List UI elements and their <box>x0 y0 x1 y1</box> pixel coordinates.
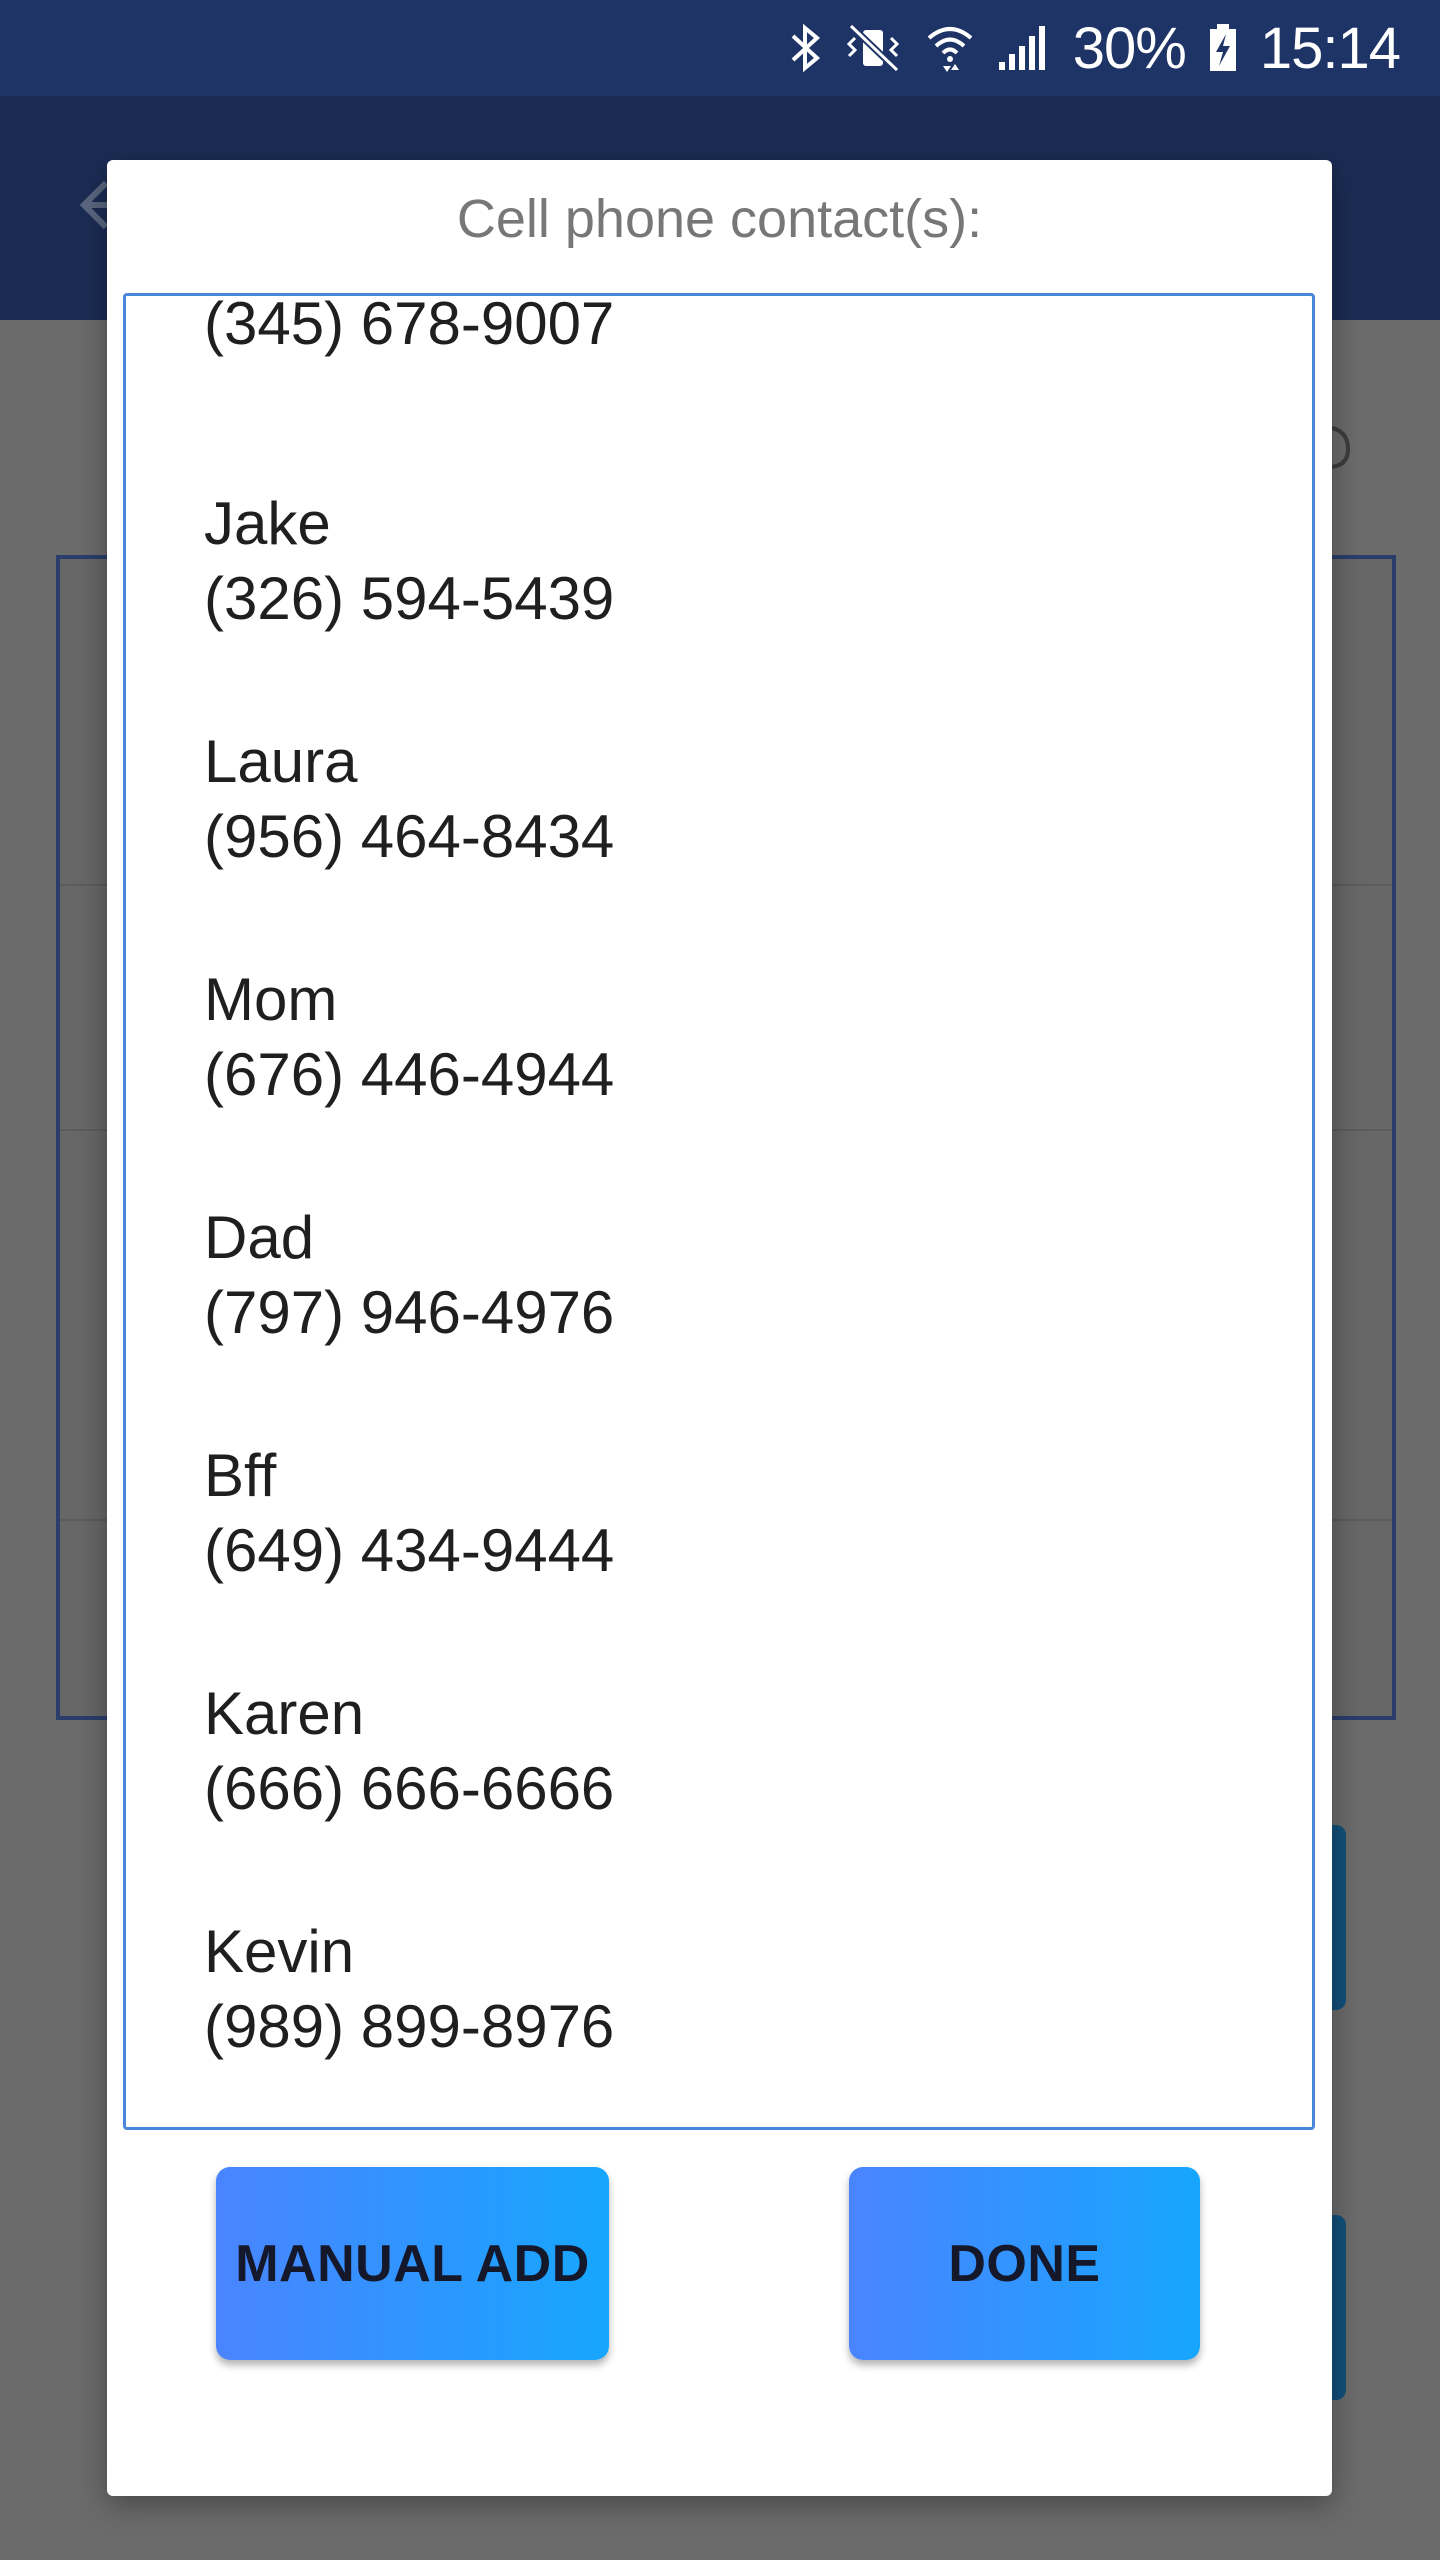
contact-name: Laura <box>204 728 358 795</box>
contact-item[interactable]: Karen (666) 666-6666 <box>126 1632 1312 1870</box>
contact-item[interactable]: Jake (326) 594-5439 <box>126 442 1312 680</box>
contact-name: Bff <box>204 1442 277 1509</box>
status-bar: 30% 15:14 <box>0 0 1440 96</box>
contact-item[interactable]: Kevin (989) 899-8976 <box>126 1870 1312 2108</box>
contact-list-scroll: (345) 678-9007 Jake (326) 594-5439 Laura… <box>126 293 1312 2108</box>
contact-item[interactable]: Mom (676) 446-4944 <box>126 918 1312 1156</box>
contact-phone: (989) 899-8976 <box>204 1993 615 2060</box>
wifi-icon <box>925 22 975 74</box>
contact-phone: (956) 464-8434 <box>204 803 615 870</box>
contact-phone: (649) 434-9444 <box>204 1517 615 1584</box>
contact-phone: (326) 594-5439 <box>204 565 615 632</box>
contact-item[interactable]: (345) 678-9007 <box>126 293 1312 442</box>
manual-add-button[interactable]: MANUAL ADD <box>216 2167 609 2360</box>
done-button[interactable]: DONE <box>849 2167 1200 2360</box>
contact-phone: (797) 946-4976 <box>204 1279 615 1346</box>
clock: 15:14 <box>1259 15 1401 81</box>
background-button[interactable] <box>1330 2215 1346 2400</box>
contact-item[interactable]: Dad (797) 946-4976 <box>126 1156 1312 1394</box>
background-button[interactable] <box>1330 1825 1346 2010</box>
battery-percent: 30% <box>1072 15 1187 81</box>
contact-phone: (345) 678-9007 <box>204 293 615 357</box>
contact-name: Mom <box>204 966 338 1033</box>
bluetooth-icon <box>789 22 823 74</box>
contact-name: Kevin <box>204 1918 355 1985</box>
contact-name: Karen <box>204 1680 365 1747</box>
contact-name: Jake <box>204 490 331 557</box>
battery-charging-icon <box>1208 22 1238 74</box>
contact-name: Dad <box>204 1204 315 1271</box>
contact-list[interactable]: (345) 678-9007 Jake (326) 594-5439 Laura… <box>123 293 1315 2130</box>
contact-phone: (666) 666-6666 <box>204 1755 615 1822</box>
contact-item[interactable]: Bff (649) 434-9444 <box>126 1394 1312 1632</box>
contact-item[interactable]: Laura (956) 464-8434 <box>126 680 1312 918</box>
dialog-title: Cell phone contact(s): <box>456 189 983 249</box>
contact-picker-dialog: Cell phone contact(s): (345) 678-9007 Ja… <box>107 160 1332 2496</box>
cell-signal-icon <box>997 22 1051 74</box>
vibrate-mute-icon <box>845 22 903 74</box>
contact-phone: (676) 446-4944 <box>204 1041 615 1108</box>
